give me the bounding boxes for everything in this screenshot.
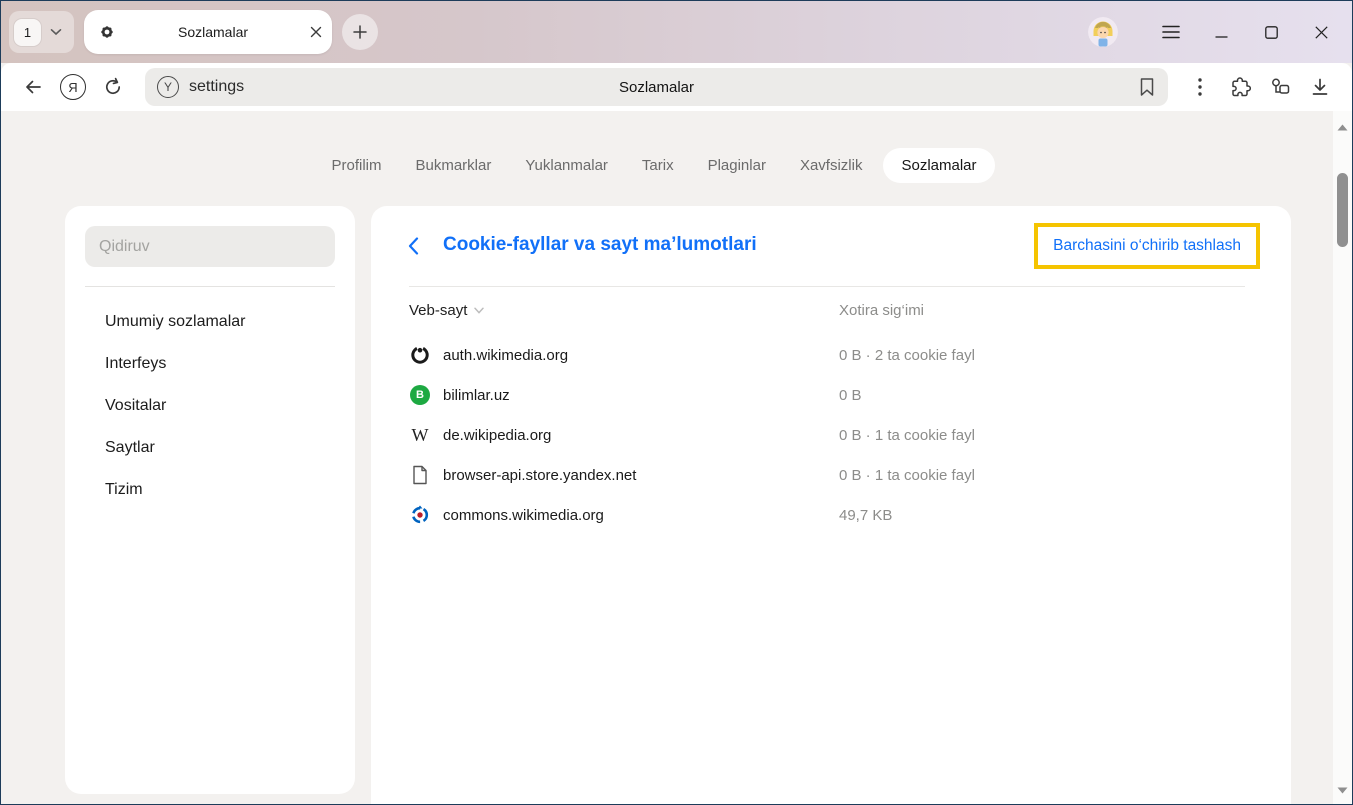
clear-all-button[interactable]: Barchasini o‘chirib tashlash: [1053, 237, 1241, 255]
wikipedia-icon: W: [412, 426, 429, 444]
settings-search-input[interactable]: [85, 226, 335, 267]
downloads-icon[interactable]: [1302, 69, 1338, 105]
address-bar[interactable]: Y settings Sozlamalar: [145, 68, 1168, 106]
site-storage-size: 0 B · 2 ta cookie fayl: [839, 347, 1291, 364]
address-url: settings: [189, 78, 244, 96]
site-name: commons.wikimedia.org: [443, 507, 839, 524]
site-name: de.wikipedia.org: [443, 427, 839, 444]
site-table: auth.wikimedia.org 0 B · 2 ta cookie fay…: [371, 335, 1291, 535]
site-storage-size: 0 B: [839, 387, 1291, 404]
tab-title: Sozlamalar: [124, 24, 302, 40]
scrollbar-thumb[interactable]: [1337, 173, 1348, 247]
site-storage-size: 0 B · 1 ta cookie fayl: [839, 467, 1291, 484]
tab-close-icon[interactable]: [310, 26, 322, 38]
minimize-button[interactable]: [1196, 12, 1246, 52]
close-button[interactable]: [1296, 12, 1346, 52]
new-tab-button[interactable]: [342, 14, 378, 50]
sidebar-item[interactable]: Umumiy sozlamalar: [105, 301, 355, 343]
sidebar-section-list: Umumiy sozlamalar Interfeys Vositalar Sa…: [65, 287, 355, 511]
refresh-icon[interactable]: [95, 69, 131, 105]
titlebar: 1 Sozlamalar: [1, 1, 1352, 63]
page-favicon: Y: [157, 76, 179, 98]
site-storage-size: 49,7 KB: [839, 507, 1291, 524]
table-header: Veb-sayt Xotira sig‘imi: [371, 295, 1291, 325]
sidebar-item[interactable]: Tizim: [105, 469, 355, 511]
site-name: auth.wikimedia.org: [443, 347, 839, 364]
bookmark-icon[interactable]: [1138, 77, 1156, 97]
sort-by-site[interactable]: Veb-sayt: [409, 302, 839, 319]
site-name: browser-api.store.yandex.net: [443, 467, 839, 484]
table-row[interactable]: W W: [371, 415, 1291, 455]
settings-nav-tab[interactable]: Yuklanmalar: [512, 148, 621, 183]
maximize-button[interactable]: [1246, 12, 1296, 52]
settings-nav-tab[interactable]: Sozlamalar: [883, 148, 994, 183]
profile-avatar[interactable]: [1088, 17, 1118, 47]
settings-nav-tab[interactable]: Tarix: [629, 148, 687, 183]
tab-counter-dropdown[interactable]: 1: [9, 11, 74, 53]
site-name: bilimlar.uz: [443, 387, 839, 404]
settings-nav-tab[interactable]: Plaginlar: [695, 148, 779, 183]
settings-sidebar: Umumiy sozlamalar Interfeys Vositalar Sa…: [65, 206, 355, 794]
column-size-header: Xotira sig‘imi: [839, 302, 1291, 319]
table-row[interactable]: B B: [371, 375, 1291, 415]
address-page-title: Sozlamalar: [619, 79, 694, 96]
chevron-down-icon: [50, 28, 62, 36]
settings-nav-tab[interactable]: Bukmarklar: [403, 148, 505, 183]
tab-count: 1: [14, 19, 41, 46]
menu-icon[interactable]: [1146, 12, 1196, 52]
panel-header: Cookie-fayllar va sayt ma’lumotlari Barc…: [371, 206, 1291, 286]
table-row[interactable]: auth.wikimedia.org 0 B · 2 ta cookie fay…: [371, 335, 1291, 375]
toolbar: Я Y settings Sozlamalar: [1, 63, 1352, 111]
scrollbar[interactable]: [1333, 111, 1352, 804]
sidebar-item[interactable]: Interfeys: [105, 343, 355, 385]
extensions-icon[interactable]: [1222, 69, 1258, 105]
settings-nav-tabs: Profilim Bukmarklar Yuklanmalar Tarix Pl…: [1, 148, 1312, 183]
page-title: Cookie-fayllar va sayt ma’lumotlari: [443, 234, 757, 256]
password-manager-icon[interactable]: [1262, 69, 1298, 105]
site-letter-icon: B: [410, 385, 430, 405]
document-icon: [412, 465, 428, 485]
scroll-down-icon[interactable]: [1333, 778, 1352, 802]
wikimedia-icon: [410, 345, 430, 365]
sidebar-item[interactable]: Vositalar: [105, 385, 355, 427]
commons-icon: [410, 505, 430, 525]
table-row[interactable]: browser-api.store.yandex.net 0 B · 1 ta …: [371, 455, 1291, 495]
sidebar-item[interactable]: Saytlar: [105, 427, 355, 469]
browser-tab[interactable]: Sozlamalar: [84, 10, 332, 54]
browser-window: 1 Sozlamalar: [0, 0, 1353, 805]
back-icon[interactable]: [15, 69, 51, 105]
cookies-panel: Cookie-fayllar va sayt ma’lumotlari Barc…: [371, 206, 1291, 804]
more-menu-icon[interactable]: [1182, 69, 1218, 105]
settings-page: Profilim Bukmarklar Yuklanmalar Tarix Pl…: [1, 111, 1352, 804]
gear-icon: [98, 23, 116, 41]
back-chevron-icon[interactable]: [407, 236, 427, 258]
header-divider: [409, 286, 1245, 287]
highlight-box: Barchasini o‘chirib tashlash: [1034, 223, 1260, 269]
yandex-home-icon[interactable]: Я: [55, 69, 91, 105]
settings-nav-tab[interactable]: Profilim: [318, 148, 394, 183]
settings-nav-tab[interactable]: Xavfsizlik: [787, 148, 876, 183]
table-row[interactable]: commons.wikimedia.org 49,7 KB: [371, 495, 1291, 535]
scroll-up-icon[interactable]: [1333, 115, 1352, 139]
site-storage-size: 0 B · 1 ta cookie fayl: [839, 427, 1291, 444]
sort-chevron-icon: [474, 307, 484, 314]
